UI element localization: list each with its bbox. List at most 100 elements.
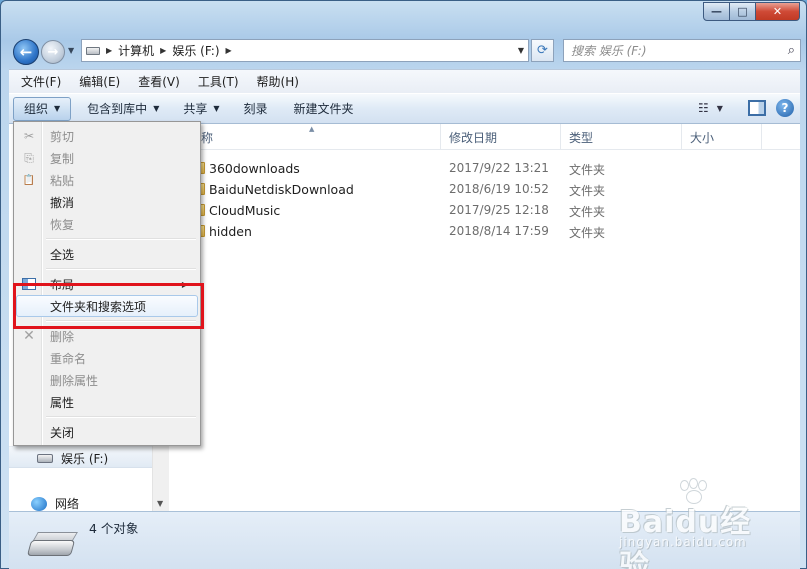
file-type: 文件夹 — [569, 205, 606, 219]
file-type: 文件夹 — [569, 163, 606, 177]
item-count: 4 个对象 — [89, 521, 139, 536]
file-date: 2018/6/19 10:52 — [449, 182, 549, 196]
burn-label: 刻录 — [243, 102, 268, 116]
column-header-row: ▲ 称 修改日期 类型 大小 — [169, 124, 800, 150]
forward-button[interactable]: → — [41, 40, 65, 64]
file-row[interactable]: 360downloads 2017/9/22 13:21 文件夹 — [169, 158, 800, 179]
breadcrumb-separator[interactable]: ▶ — [106, 46, 112, 55]
menu-item-label: 复制 — [50, 151, 75, 166]
menu-item-remove-properties[interactable]: 删除属性 — [16, 369, 198, 391]
menu-view[interactable]: 查看(V) — [126, 73, 186, 90]
include-library-button[interactable]: 包含到库中 ▼ — [77, 97, 169, 121]
search-placeholder: 搜索 娱乐 (F:) — [571, 44, 647, 58]
command-bar: 组织 ▼ 包含到库中 ▼ 共享 ▼ 刻录 新建文件夹 ☷ ▼ ? — [9, 93, 800, 124]
column-size[interactable]: 大小 — [682, 124, 762, 150]
watermark-brand: Baidu经验 — [619, 505, 752, 569]
file-type: 文件夹 — [569, 184, 606, 198]
burn-button[interactable]: 刻录 — [234, 97, 278, 121]
minimize-button[interactable]: — — [703, 2, 730, 21]
watermark-url: jingyan.baidu.com — [619, 535, 747, 549]
drive-icon — [86, 46, 100, 55]
file-date: 2017/9/22 13:21 — [449, 161, 549, 175]
file-date: 2017/9/25 12:18 — [449, 203, 549, 217]
menu-item-redo[interactable]: 恢复 — [16, 213, 198, 235]
preview-pane-icon[interactable] — [748, 100, 766, 116]
breadcrumb-drive-f[interactable]: 娱乐 (F:) — [172, 42, 219, 59]
share-button[interactable]: 共享 ▼ — [173, 97, 229, 121]
explorer-window: — □ ✕ ← → ▼ ▶ 计算机 ▶ 娱乐 (F:) ▶ ▼ ⟳ 搜索 娱乐 … — [0, 0, 807, 569]
file-name: CloudMusic — [209, 203, 281, 218]
recent-pages-dropdown[interactable]: ▼ — [68, 46, 74, 55]
search-icon[interactable]: ⌕ — [788, 43, 795, 58]
menu-separator — [46, 238, 196, 240]
drive-large-icon — [26, 528, 78, 560]
search-input[interactable]: 搜索 娱乐 (F:) ⌕ — [563, 39, 801, 62]
menu-item-label: 全选 — [50, 247, 75, 262]
file-name: hidden — [209, 224, 252, 239]
menu-file[interactable]: 文件(F) — [9, 73, 67, 90]
file-row[interactable]: CloudMusic 2017/9/25 12:18 文件夹 — [169, 200, 800, 221]
watermark: Baidu经验 jingyan.baidu.com — [619, 479, 769, 569]
menu-item-properties[interactable]: 属性 — [16, 391, 198, 413]
address-dropdown-icon[interactable]: ▼ — [518, 46, 524, 55]
chevron-down-icon: ▼ — [716, 103, 723, 113]
file-row[interactable]: BaiduNetdiskDownload 2018/6/19 10:52 文件夹 — [169, 179, 800, 200]
view-controls: ☷ ▼ ? — [698, 97, 794, 119]
delete-icon: ✕ — [23, 328, 35, 344]
menu-item-label: 粘贴 — [50, 173, 75, 188]
back-button[interactable]: ← — [13, 39, 39, 65]
nav-item-label: 网络 — [55, 497, 80, 511]
nav-item-drive-f[interactable]: 娱乐 (F:) — [37, 450, 108, 467]
breadcrumb-separator[interactable]: ▶ — [226, 46, 232, 55]
copy-icon: ⎘ — [24, 150, 34, 165]
file-date: 2018/8/14 17:59 — [449, 224, 549, 238]
close-button[interactable]: ✕ — [756, 2, 800, 21]
caption-buttons: — □ ✕ — [703, 2, 800, 21]
menu-item-label: 关闭 — [50, 425, 75, 440]
organize-label: 组织 — [24, 102, 49, 116]
change-view-button[interactable]: ☷ ▼ — [698, 97, 738, 119]
column-type[interactable]: 类型 — [561, 124, 682, 150]
chevron-down-icon: ▼ — [213, 104, 220, 113]
menu-item-rename[interactable]: 重命名 — [16, 347, 198, 369]
menu-separator — [46, 268, 196, 270]
file-row[interactable]: hidden 2018/8/14 17:59 文件夹 — [169, 221, 800, 242]
menu-item-label: 删除属性 — [50, 373, 99, 388]
file-list: ▲ 称 修改日期 类型 大小 360downloads 2017/9/22 13… — [169, 124, 800, 511]
menu-edit[interactable]: 编辑(E) — [67, 73, 126, 90]
menu-item-paste[interactable]: 📋 粘贴 — [16, 169, 198, 191]
help-icon[interactable]: ? — [776, 99, 794, 117]
menu-item-label: 恢复 — [50, 217, 75, 232]
menu-item-undo[interactable]: 撤消 — [16, 191, 198, 213]
nav-item-network[interactable]: 网络 — [31, 495, 79, 512]
breadcrumb-computer[interactable]: 计算机 — [118, 42, 154, 59]
chevron-down-icon: ▼ — [54, 104, 61, 113]
menu-tools[interactable]: 工具(T) — [186, 73, 245, 90]
menu-item-select-all[interactable]: 全选 — [16, 243, 198, 265]
maximize-button[interactable]: □ — [730, 2, 756, 21]
menu-item-label: 属性 — [50, 395, 75, 410]
file-name: BaiduNetdiskDownload — [209, 182, 354, 197]
new-folder-button[interactable]: 新建文件夹 — [284, 97, 364, 121]
clipboard-icon: 📋 — [22, 174, 36, 186]
share-label: 共享 — [183, 102, 208, 116]
breadcrumb-separator[interactable]: ▶ — [160, 46, 166, 55]
address-bar[interactable]: ▶ 计算机 ▶ 娱乐 (F:) ▶ ▼ — [81, 39, 529, 62]
menu-help[interactable]: 帮助(H) — [245, 73, 305, 90]
view-icon: ☷ — [698, 101, 709, 115]
refresh-button[interactable]: ⟳ — [531, 39, 554, 62]
annotation-highlight-box — [13, 283, 204, 329]
menu-item-label: 重命名 — [50, 351, 87, 366]
menu-item-copy[interactable]: ⎘ 复制 — [16, 147, 198, 169]
new-folder-label: 新建文件夹 — [293, 102, 354, 116]
scroll-down-icon[interactable]: ▼ — [157, 499, 163, 508]
menu-item-label: 撤消 — [50, 195, 75, 210]
menu-item-close[interactable]: 关闭 — [16, 421, 198, 443]
chevron-down-icon: ▼ — [153, 104, 160, 113]
column-date[interactable]: 修改日期 — [441, 124, 561, 150]
menu-item-cut[interactable]: ✂ 剪切 — [16, 125, 198, 147]
nav-item-label: 娱乐 (F:) — [61, 452, 109, 466]
drive-icon — [37, 454, 53, 463]
column-name[interactable]: 称 — [199, 124, 441, 150]
organize-button[interactable]: 组织 ▼ — [13, 96, 72, 121]
